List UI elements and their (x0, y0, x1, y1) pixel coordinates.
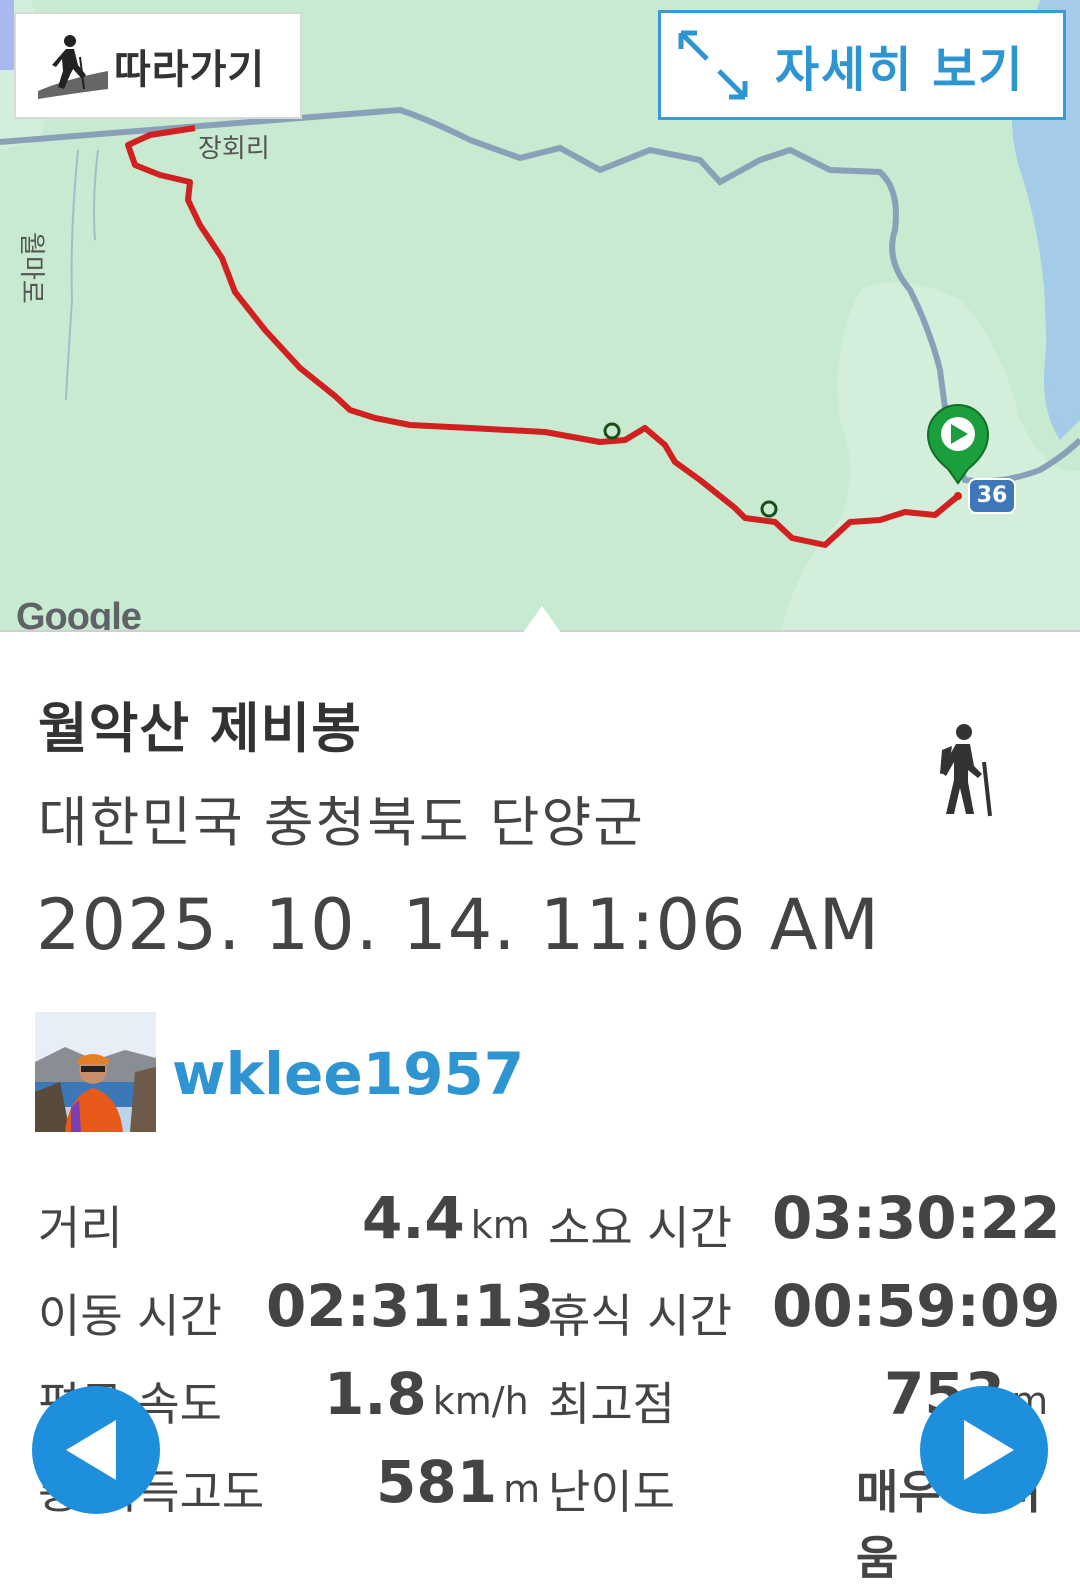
detail-view-label: 자세히 보기 (775, 30, 1025, 100)
max-altitude-label: 최고점 (548, 1368, 675, 1434)
expand-arrows-icon (671, 23, 755, 107)
hiking-icon (934, 722, 1000, 818)
waypoint-icon[interactable] (762, 502, 776, 516)
duration-value: 03:30:22 (772, 1184, 1061, 1252)
duration-label: 소요 시간 (548, 1192, 732, 1258)
avg-speed-value: 1.8km/h (324, 1360, 529, 1428)
username-link[interactable]: wklee1957 (172, 1040, 524, 1108)
elevation-gain-value: 581m (376, 1448, 540, 1516)
moving-time-label: 이동 시간 (38, 1280, 222, 1346)
track-location: 대한민국 충청북도 단양군 (38, 778, 645, 857)
waypoint-icon[interactable] (605, 424, 619, 438)
rest-time-value: 00:59:09 (772, 1272, 1061, 1340)
road (66, 150, 78, 400)
map-place-label: 장회리 (198, 128, 270, 165)
avatar-photo (35, 1012, 156, 1132)
follow-label: 따라가기 (114, 37, 265, 95)
elevation-gain-unit: m (503, 1467, 540, 1511)
elevation-gain-number: 581 (376, 1448, 497, 1516)
rest-time-label: 휴식 시간 (548, 1280, 732, 1346)
track-datetime: 2025. 10. 14. 11:06 AM (36, 884, 880, 966)
detail-view-button[interactable]: 자세히 보기 (658, 10, 1066, 120)
difficulty-label: 난이도 (548, 1456, 675, 1522)
water-body (0, 0, 14, 70)
moving-time-value: 02:31:13 (266, 1272, 555, 1340)
road (94, 150, 98, 240)
avatar[interactable] (35, 1012, 156, 1132)
track-line (128, 128, 958, 545)
track-title: 월악산 제비봉 (38, 684, 362, 763)
next-button[interactable] (920, 1386, 1048, 1514)
route-number-badge: 36 (968, 478, 1016, 514)
map-road-label: 월마로 (15, 232, 52, 304)
distance-value: 4.4km (362, 1184, 530, 1252)
map-view[interactable]: 장회리 월마로 36 Google 따라가기 자세히 보기 (0, 0, 1080, 632)
next-arrow-icon (920, 1386, 1048, 1514)
follow-button[interactable]: 따라가기 (14, 12, 302, 119)
google-logo: Google (16, 596, 141, 632)
distance-label: 거리 (38, 1192, 123, 1258)
map-pointer (522, 606, 562, 632)
prev-arrow-icon (32, 1386, 160, 1514)
hiker-follow-icon (36, 31, 110, 101)
distance-number: 4.4 (362, 1184, 465, 1252)
prev-button[interactable] (32, 1386, 160, 1514)
avg-speed-number: 1.8 (324, 1360, 427, 1428)
distance-unit: km (471, 1203, 530, 1247)
avg-speed-unit: km/h (433, 1379, 529, 1423)
